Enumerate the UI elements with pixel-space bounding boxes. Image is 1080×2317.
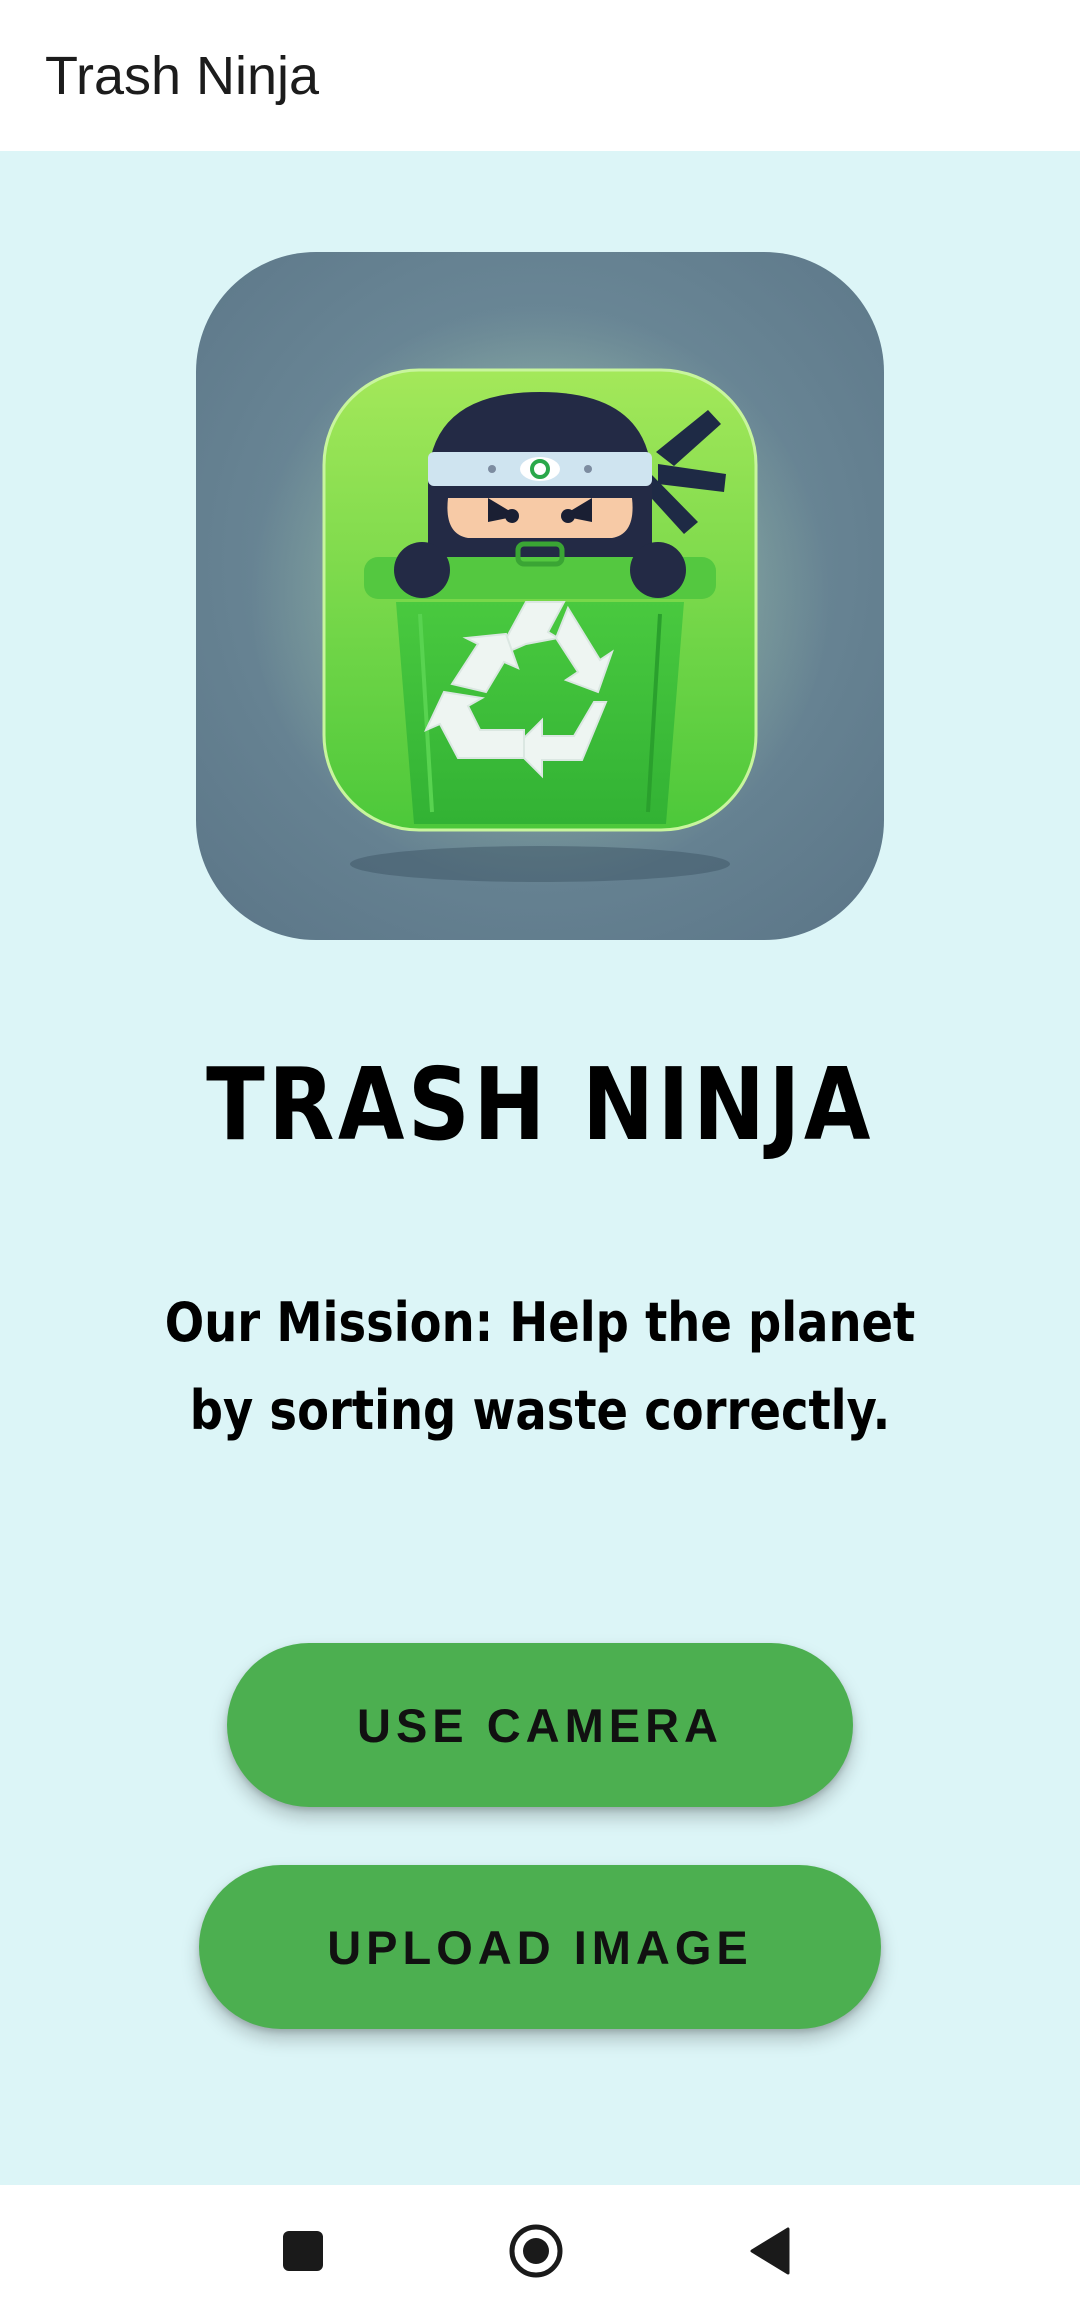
app-bar: Trash Ninja xyxy=(0,0,1080,151)
recents-button[interactable] xyxy=(243,2185,363,2317)
home-button[interactable] xyxy=(476,2185,596,2317)
mission-statement: Our Mission: Help the planet by sorting … xyxy=(164,1291,916,1442)
use-camera-button[interactable]: USE CAMERA xyxy=(227,1643,853,1807)
upload-image-button[interactable]: UPLOAD IMAGE xyxy=(199,1865,881,2029)
main-content: TRASH NINJA Our Mission: Help the planet… xyxy=(0,151,1080,2185)
ninja-recycling-bin-logo-icon xyxy=(250,307,830,887)
app-logo xyxy=(196,252,884,940)
brand-title: TRASH NINJA xyxy=(206,1046,874,1163)
circle-icon xyxy=(509,2224,563,2278)
square-icon xyxy=(283,2231,323,2271)
app-bar-title: Trash Ninja xyxy=(45,46,320,106)
triangle-back-icon xyxy=(750,2227,790,2275)
system-navigation-bar xyxy=(0,2185,1080,2317)
back-button[interactable] xyxy=(710,2185,830,2317)
